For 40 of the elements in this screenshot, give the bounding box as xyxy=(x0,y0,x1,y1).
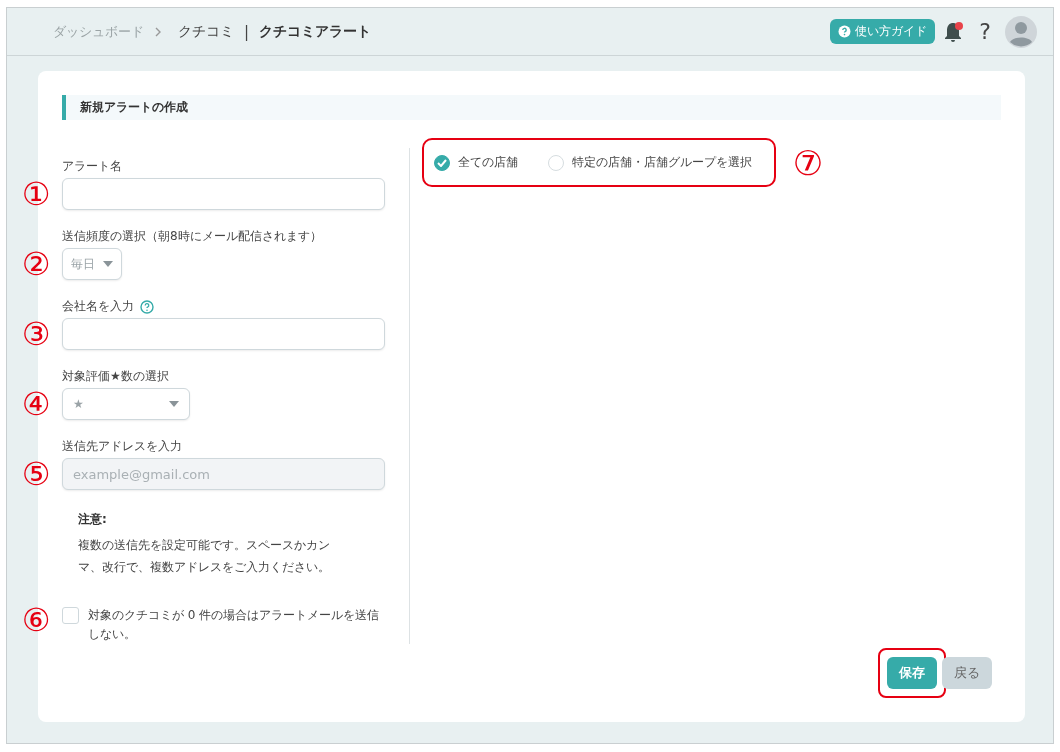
annotation-number: ⑦ xyxy=(791,142,825,183)
select-dropdown[interactable]: 毎日 xyxy=(62,248,122,280)
breadcrumb-link[interactable]: ダッシュボード xyxy=(53,22,144,41)
radio-label: 全ての店舗 xyxy=(458,154,518,171)
annotation-number: ① xyxy=(20,175,52,213)
avatar-icon[interactable] xyxy=(1005,15,1037,48)
input-field[interactable] xyxy=(62,178,385,210)
caret-icon xyxy=(103,261,113,267)
section-title: 新規アラートの作成 xyxy=(80,100,188,114)
breadcrumb-link[interactable]: クチコミ xyxy=(178,22,234,41)
radio-button[interactable] xyxy=(434,154,450,171)
page-title: クチコミアラート xyxy=(259,22,372,41)
annotation-number: ② xyxy=(20,245,52,283)
annotation-number: ④ xyxy=(20,385,52,423)
field-label: 対象評価★数の選択 xyxy=(62,368,169,385)
annotation-number: ③ xyxy=(20,315,52,353)
caret-icon xyxy=(169,401,179,407)
note-text: 複数の送信先を設定可能です。スペースかカンマ、改行で、複数アドレスをご入力ください。 xyxy=(78,537,331,576)
note-title: 注意: xyxy=(78,512,107,526)
annotation-number: ⑥ xyxy=(20,601,52,639)
radio-label: 特定の店舗・店舗グループを選択 xyxy=(572,154,752,171)
checkbox[interactable] xyxy=(62,607,79,624)
help-link[interactable]: ? xyxy=(979,19,991,44)
field-label: 送信頻度の選択（朝8時にメール配信されます） xyxy=(62,228,322,245)
field-label: 会社名を入力 xyxy=(62,298,134,315)
breadcrumb-separator: | xyxy=(244,22,250,41)
help-icon xyxy=(838,25,852,38)
help-icon[interactable] xyxy=(140,299,154,314)
check-icon xyxy=(437,158,447,167)
notification-bell-icon[interactable] xyxy=(943,19,966,44)
annotation-number: ⑤ xyxy=(20,455,52,493)
save-button[interactable]: 保存 xyxy=(887,657,937,689)
field-label: アラート名 xyxy=(62,158,122,175)
field-label: 送信先アドレスを入力 xyxy=(62,438,182,455)
back-button[interactable]: 戻る xyxy=(942,657,992,689)
input-field[interactable] xyxy=(62,318,385,350)
checkbox-label: 対象のクチコミが 0 件の場合はアラートメールを送信しない。 xyxy=(88,607,381,643)
chevron-right-icon xyxy=(154,26,162,37)
guide-button[interactable]: 使い方ガイド xyxy=(830,19,936,44)
select-dropdown[interactable]: ★ xyxy=(62,388,190,420)
